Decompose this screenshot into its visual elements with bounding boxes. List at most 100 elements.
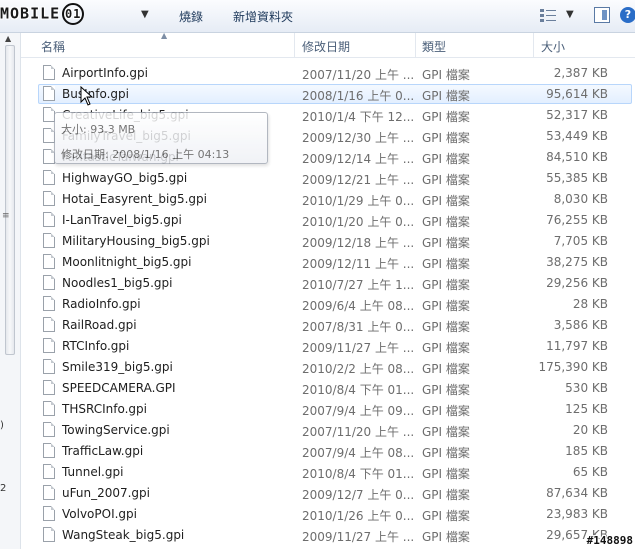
file-date: 2009/12/14 上午 ... (302, 152, 415, 166)
column-divider[interactable] (294, 33, 295, 57)
file-type: GPI 檔案 (422, 215, 470, 229)
file-date: 2010/7/27 上午 1... (302, 278, 415, 292)
file-name: AirportInfo.gpi (62, 66, 148, 80)
new-folder-button[interactable]: 新增資料夾 (233, 8, 293, 25)
table-row[interactable]: Noodles1_big5.gpi 2010/7/27 上午 1... GPI 檔案… (21, 273, 635, 294)
column-header: ▲ 名稱 修改日期 類型 大小 (21, 31, 635, 58)
file-date: 2009/6/4 上午 08... (302, 299, 415, 313)
table-row[interactable]: THSRCInfo.gpi 2007/9/4 上午 09... GPI 檔案 125 … (21, 399, 635, 420)
table-row[interactable]: Smile319_big5.gpi 2010/2/2 上午 08... GPI 檔案… (21, 357, 635, 378)
table-row[interactable]: HighwayGO_big5.gpi 2009/12/21 上午 ... GPI 檔… (21, 168, 635, 189)
file-icon (43, 527, 55, 542)
file-size: 84,510 KB (546, 150, 608, 164)
file-icon (43, 254, 55, 269)
file-name: SPEEDCAMERA.GPI (62, 381, 176, 395)
nav-scrollbar-thumb[interactable] (5, 45, 15, 355)
file-date: 2009/11/27 上午 ... (302, 530, 415, 544)
file-name: Moonlitnight_big5.gpi (62, 255, 192, 269)
file-icon (43, 86, 55, 101)
file-size: 7,705 KB (553, 234, 608, 248)
file-date: 2010/8/4 下午 01... (302, 467, 415, 481)
file-size: 29,256 KB (546, 276, 608, 290)
column-type-header[interactable]: 類型 (422, 38, 446, 55)
table-row[interactable]: SPEEDCAMERA.GPI 2010/8/4 下午 01... GPI 檔案 53… (21, 378, 635, 399)
file-size: 2,387 KB (553, 66, 608, 80)
file-size: 53,449 KB (546, 129, 608, 143)
view-options-icon[interactable] (540, 9, 556, 22)
file-type: GPI 檔案 (422, 68, 470, 82)
table-row[interactable]: Moonlitnight_big5.gpi 2009/12/11 上午 ... GP… (21, 252, 635, 273)
file-icon (43, 401, 55, 416)
file-type: GPI 檔案 (422, 152, 470, 166)
nav-clipped-text: ) (0, 420, 4, 431)
file-date: 2010/8/4 下午 01... (302, 383, 415, 397)
file-icon (43, 233, 55, 248)
file-date: 2010/1/29 上午 0... (302, 194, 415, 208)
column-divider[interactable] (533, 33, 534, 57)
table-row[interactable]: RailRoad.gpi 2007/8/31 上午 0... GPI 檔案 3,586… (21, 315, 635, 336)
file-size: 8,030 KB (553, 192, 608, 206)
file-size: 38,275 KB (546, 255, 608, 269)
file-size: 530 KB (565, 381, 608, 395)
watermark: #148898 (586, 534, 633, 547)
file-name: I-LanTravel_big5.gpi (62, 213, 182, 227)
table-row[interactable]: Tunnel.gpi 2010/8/4 下午 01... GPI 檔案 65 KB (21, 462, 635, 483)
file-date: 2009/12/30 上午 ... (302, 131, 415, 145)
file-type: GPI 檔案 (422, 362, 470, 376)
burn-button[interactable]: 燒錄 (179, 8, 203, 25)
file-size: 95,614 KB (546, 87, 608, 101)
sort-ascending-icon: ▲ (161, 31, 168, 40)
file-icon (43, 485, 55, 500)
file-name: Smile319_big5.gpi (62, 360, 173, 374)
preview-pane-icon[interactable] (594, 7, 610, 23)
file-size: 3,586 KB (553, 318, 608, 332)
column-size-header[interactable]: 大小 (541, 38, 565, 55)
column-date-header[interactable]: 修改日期 (302, 38, 350, 55)
logo-ring: 01 (62, 3, 85, 25)
tooltip-modified: 修改日期: 2008/1/16 上午 04:13 (61, 148, 230, 161)
table-row[interactable]: VolvoPOI.gpi 2010/1/26 上午 0... GPI 檔案 23,98… (21, 504, 635, 525)
file-icon (43, 380, 55, 395)
table-row[interactable]: AirportInfo.gpi 2007/11/20 上午 ... GPI 檔案 2,… (21, 63, 635, 84)
table-row[interactable]: uFun_2007.gpi 2009/12/7 上午 0... GPI 檔案 87,6… (21, 483, 635, 504)
mouse-cursor-icon (80, 86, 94, 106)
file-icon (43, 338, 55, 353)
tooltip-size: 大小: 93.3 MB (61, 123, 136, 136)
file-date: 2007/11/20 上午 ... (302, 425, 415, 439)
file-size: 76,255 KB (546, 213, 608, 227)
file-name: THSRCInfo.gpi (62, 402, 147, 416)
help-icon[interactable]: ? (620, 7, 635, 23)
file-name: RTCInfo.gpi (62, 339, 130, 353)
view-dropdown-icon[interactable]: ▼ (566, 9, 574, 20)
table-row[interactable]: BusInfo.gpi 2008/1/16 上午 0... GPI 檔案 95,614… (21, 84, 635, 105)
table-row[interactable]: WangSteak_big5.gpi 2009/11/27 上午 ... GPI 檔… (21, 525, 635, 546)
file-type: GPI 檔案 (422, 257, 470, 271)
organize-dropdown-icon[interactable]: ▼ (141, 9, 149, 20)
table-row[interactable]: TrafficLaw.gpi 2007/9/4 上午 08... GPI 檔案 185… (21, 441, 635, 462)
navigation-pane-edge: ▲ ≡ ) 2 (0, 33, 21, 549)
file-type: GPI 檔案 (422, 173, 470, 187)
column-name-header[interactable]: 名稱 (41, 38, 65, 55)
file-size: 28 KB (572, 297, 608, 311)
table-row[interactable]: TowingService.gpi 2007/11/20 上午 ... GPI 檔案… (21, 420, 635, 441)
file-type: GPI 檔案 (422, 446, 470, 460)
file-type: GPI 檔案 (422, 404, 470, 418)
file-type: GPI 檔案 (422, 341, 470, 355)
scroll-up-icon[interactable]: ▲ (5, 34, 11, 43)
file-name: RadioInfo.gpi (62, 297, 141, 311)
table-row[interactable]: RTCInfo.gpi 2009/11/27 上午 ... GPI 檔案 11,797… (21, 336, 635, 357)
file-type: GPI 檔案 (422, 488, 470, 502)
file-size: 185 KB (565, 444, 608, 458)
table-row[interactable]: Hotai_Easyrent_big5.gpi 2010/1/29 上午 0...… (21, 189, 635, 210)
table-row[interactable]: MilitaryHousing_big5.gpi 2009/12/18 上午 ..… (21, 231, 635, 252)
nav-clipped-text: 2 (0, 483, 7, 494)
table-row[interactable]: RadioInfo.gpi 2009/6/4 上午 08... GPI 檔案 28 K… (21, 294, 635, 315)
file-type: GPI 檔案 (422, 110, 470, 124)
table-row[interactable]: I-LanTravel_big5.gpi 2010/1/20 上午 0... GPI… (21, 210, 635, 231)
column-divider[interactable] (415, 33, 416, 57)
file-size: 20 KB (572, 423, 608, 437)
file-type: GPI 檔案 (422, 509, 470, 523)
file-type: GPI 檔案 (422, 131, 470, 145)
file-icon (43, 317, 55, 332)
scroll-grip-icon: ≡ (2, 211, 10, 221)
